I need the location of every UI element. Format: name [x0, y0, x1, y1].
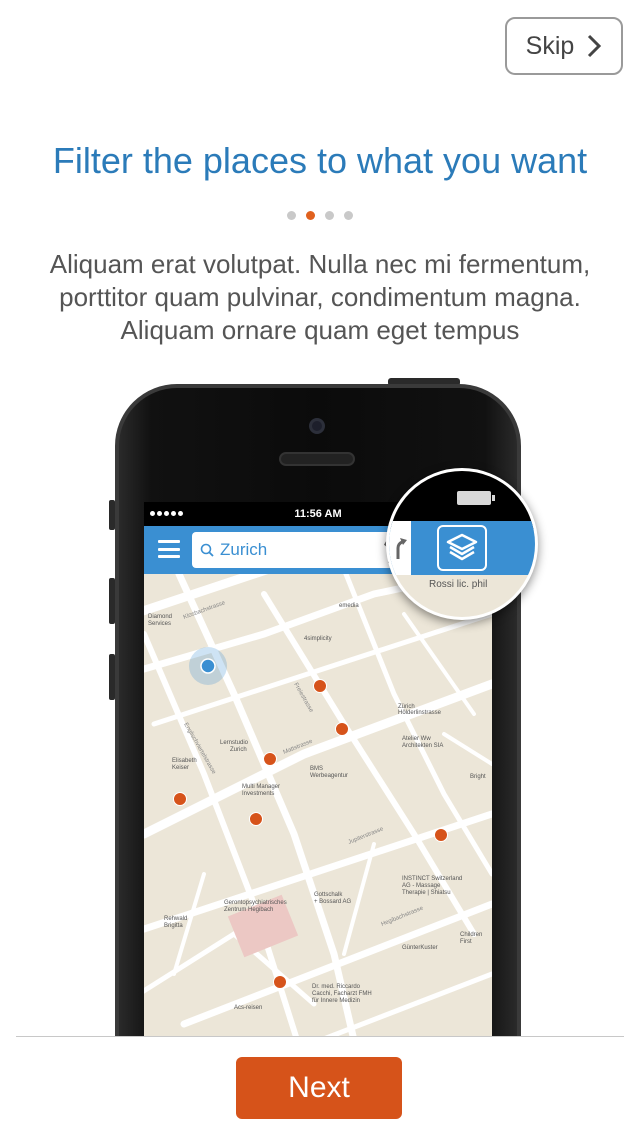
phone-illustration: 11:56 AM Zurich Diamond Services emedia …: [0, 370, 640, 1036]
svg-text:Architekten SIA: Architekten SIA: [402, 743, 443, 749]
svg-text:AG - Massage: AG - Massage: [402, 883, 441, 889]
page-indicator: [0, 211, 640, 220]
page-dot-active: [306, 211, 315, 220]
svg-text:Bright: Bright: [470, 774, 486, 780]
svg-text:Children: Children: [460, 932, 482, 938]
footer-divider: [16, 1036, 624, 1037]
svg-text:Multi Manager: Multi Manager: [242, 784, 280, 790]
svg-text:Zurich: Zurich: [230, 747, 247, 753]
svg-text:Therapie | Shiatsu: Therapie | Shiatsu: [402, 890, 451, 896]
map-pins: [173, 679, 448, 989]
svg-text:für Innere Medizin: für Innere Medizin: [312, 998, 360, 1004]
svg-text:BMS: BMS: [310, 766, 323, 772]
page-dot: [287, 211, 296, 220]
svg-text:4simplicity: 4simplicity: [304, 636, 332, 642]
svg-text:Hölderlinstrasse: Hölderlinstrasse: [398, 710, 442, 716]
svg-text:Elisabeth: Elisabeth: [172, 758, 197, 764]
battery-icon: [457, 491, 495, 505]
skip-label: Skip: [525, 31, 575, 60]
svg-text:Werbeagentur: Werbeagentur: [310, 773, 348, 779]
svg-text:Rehwald: Rehwald: [164, 916, 187, 922]
svg-text:Diamond: Diamond: [148, 614, 172, 620]
svg-text:GünterKuster: GünterKuster: [402, 945, 438, 951]
layers-icon: [437, 525, 487, 571]
svg-text:Jupiterstrasse: Jupiterstrasse: [348, 826, 385, 846]
svg-text:Gottschalk: Gottschalk: [314, 892, 343, 898]
phone-speaker: [279, 452, 355, 466]
page-dot: [344, 211, 353, 220]
map-streets: DiamondServices emedia 4simplicity Lerns…: [144, 574, 492, 1036]
svg-text:Keiser: Keiser: [172, 765, 189, 771]
svg-text:Investments: Investments: [242, 791, 274, 797]
search-text: Zurich: [220, 540, 268, 559]
svg-text:INSTINCT Switzerland: INSTINCT Switzerland: [402, 876, 462, 882]
next-button[interactable]: Next: [236, 1057, 402, 1119]
svg-text:Freiestrasse: Freiestrasse: [292, 682, 314, 714]
page-dot: [325, 211, 334, 220]
magnifier-zoom: Rossi lic. phil: [386, 468, 538, 620]
svg-text:Hegibachstrasse: Hegibachstrasse: [381, 905, 425, 928]
svg-text:First: First: [460, 939, 472, 945]
map-view: Diamond Services emedia 4simplicity Lerns…: [144, 574, 492, 1036]
page-title: Filter the places to what you want: [52, 140, 588, 181]
svg-text:Atelier Ww: Atelier Ww: [402, 736, 431, 742]
search-icon: [200, 543, 214, 557]
svg-text:Zentrum Hegibach: Zentrum Hegibach: [224, 907, 273, 913]
svg-text:Gerontopsychiatrisches: Gerontopsychiatrisches: [224, 900, 287, 906]
svg-text:Cacchi, Facharzt FMH: Cacchi, Facharzt FMH: [312, 991, 372, 997]
directions-icon: [389, 521, 411, 575]
svg-text:Dr. med. Riccardo: Dr. med. Riccardo: [312, 984, 361, 990]
svg-text:Services: Services: [148, 621, 171, 627]
description-text: Aliquam erat volutpat. Nulla nec mi ferm…: [49, 249, 591, 345]
phone-camera: [309, 418, 325, 434]
menu-icon: [158, 540, 180, 558]
skip-button[interactable]: Skip: [505, 17, 623, 75]
svg-text:Brigitta: Brigitta: [164, 923, 183, 929]
svg-text:Acs-reisen: Acs-reisen: [234, 1005, 262, 1011]
svg-text:Lernstudio: Lernstudio: [220, 740, 249, 746]
svg-text:+ Bossard AG: + Bossard AG: [314, 899, 352, 905]
svg-text:emedia: emedia: [339, 603, 359, 609]
chevron-right-icon: [588, 34, 602, 58]
magnifier-map-label: Rossi lic. phil: [429, 579, 488, 590]
